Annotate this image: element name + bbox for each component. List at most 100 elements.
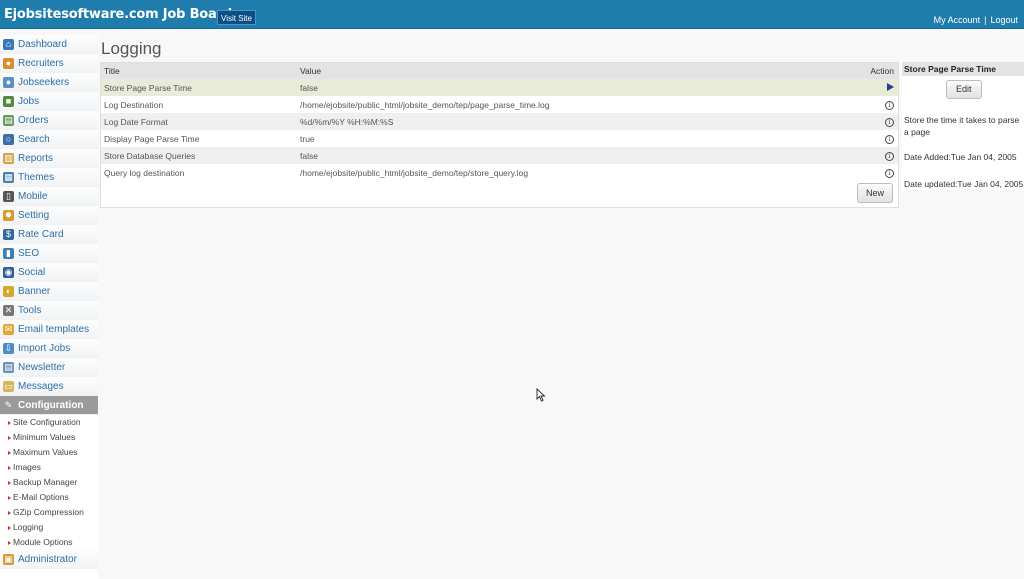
- sidebar-item-label: SEO: [18, 248, 40, 259]
- users-icon: ●: [3, 77, 14, 88]
- grid-icon: ▦: [3, 172, 14, 183]
- search-icon: ○: [3, 134, 14, 145]
- sidebar-item-mobile[interactable]: ▯ Mobile: [0, 187, 98, 206]
- table-row[interactable]: Display Page Parse Time true i: [101, 130, 898, 147]
- sidebar-item-label: Setting: [18, 210, 50, 221]
- detail-date-added: Date Added:Tue Jan 04, 2005: [904, 152, 1017, 162]
- play-icon[interactable]: [887, 82, 894, 91]
- column-title: Title: [101, 63, 297, 79]
- table-row[interactable]: Query log destination/home/ejobsite/publ…: [101, 164, 898, 181]
- page-title: Logging: [101, 39, 162, 58]
- info-icon[interactable]: i: [885, 169, 894, 178]
- info-icon[interactable]: i: [885, 101, 894, 110]
- row-action: i: [867, 164, 898, 181]
- sidebar-item-recruiters[interactable]: ● Recruiters: [0, 54, 98, 73]
- sidebar-item-social[interactable]: ◉ Social: [0, 263, 98, 282]
- row-title: Store Database Queries: [101, 147, 297, 164]
- sidebar-item-setting[interactable]: ✹ Setting: [0, 206, 98, 225]
- sidebar-item-jobseekers[interactable]: ● Jobseekers: [0, 73, 98, 92]
- edit-button-wrap: Edit: [946, 80, 982, 99]
- sidebar-item-label: Jobseekers: [18, 77, 70, 88]
- new-button[interactable]: New: [856, 183, 893, 203]
- row-value: true: [300, 133, 315, 144]
- sidebar: ⌂ Dashboard ● Recruiters ● Jobseekers ■ Jobs ▤ Or…: [0, 35, 98, 579]
- message-icon: ▭: [3, 381, 14, 392]
- sidebar-item-label: Recruiters: [18, 58, 64, 69]
- sidebar-subitem-images[interactable]: Images: [0, 460, 98, 475]
- sidebar-item-rate-card[interactable]: $ Rate Card: [0, 225, 98, 244]
- sidebar-item-label: Import Jobs: [18, 343, 71, 354]
- table-row[interactable]: Log Date Format %d/%m/%Y %H:%M:%S i: [101, 113, 898, 130]
- sidebar-item-label: Search: [18, 134, 50, 145]
- sidebar-item-jobs[interactable]: ■ Jobs: [0, 92, 98, 111]
- row-title: Log Destination: [104, 99, 164, 110]
- detail-description: Store the time it takes to parse a page: [904, 115, 1020, 137]
- my-account-link[interactable]: My Account: [934, 15, 981, 25]
- sidebar-item-banner[interactable]: ◐ Banner: [0, 282, 98, 301]
- sidebar-item-label: Newsletter: [18, 362, 66, 373]
- sidebar-item-dashboard[interactable]: ⌂ Dashboard: [0, 35, 98, 54]
- sidebar-item-label: Dashboard: [18, 39, 67, 50]
- table-row[interactable]: Store Page Parse Time false: [101, 79, 898, 96]
- sidebar-item-label: Social: [18, 267, 46, 278]
- row-title: Display Page Parse Time: [104, 133, 200, 144]
- brand-title[interactable]: Ejobsitesoftware.com Job Board: [4, 7, 232, 22]
- sidebar-item-newsletter[interactable]: ▤ Newsletter: [0, 358, 98, 377]
- sidebar-item-themes[interactable]: ▦ Themes: [0, 168, 98, 187]
- row-value: /home/ejobsite/public_html/jobsite_demo/…: [300, 99, 550, 110]
- sidebar-item-messages[interactable]: ▭ Messages: [0, 377, 98, 396]
- sidebar-item-search[interactable]: ○ Search: [0, 130, 98, 149]
- sidebar-subitem-maximum-values[interactable]: Maximum Values: [0, 445, 98, 460]
- sidebar-item-administrator[interactable]: ▣ Administrator: [0, 550, 98, 569]
- mouse-cursor-icon: [536, 388, 546, 402]
- sidebar-item-orders[interactable]: ▤ Orders: [0, 111, 98, 130]
- row-action: i: [867, 113, 898, 130]
- visit-site-button[interactable]: Visit Site: [217, 10, 256, 25]
- info-icon[interactable]: i: [885, 152, 894, 161]
- table-row[interactable]: Store Database Queries false i: [101, 147, 898, 164]
- sidebar-item-label: Mobile: [18, 191, 48, 202]
- book-icon: ▥: [3, 153, 14, 164]
- detail-date-updated: Date updated:Tue Jan 04, 2005: [904, 179, 1024, 189]
- sidebar-item-email-templates[interactable]: ✉ Email templates: [0, 320, 98, 339]
- sidebar-subitem-backup-manager[interactable]: Backup Manager: [0, 475, 98, 490]
- sidebar-item-label: Orders: [18, 115, 49, 126]
- sidebar-item-label: Reports: [18, 153, 54, 164]
- bar-chart-icon: ▮: [3, 248, 14, 259]
- sidebar-item-import-jobs[interactable]: ⇩ Import Jobs: [0, 339, 98, 358]
- table-row[interactable]: Log Destination/home/ejobsite/public_htm…: [101, 96, 898, 113]
- sidebar-item-tools[interactable]: ✕ Tools: [0, 301, 98, 320]
- detail-title: Store Page Parse Time: [902, 62, 1024, 76]
- info-icon[interactable]: i: [885, 135, 894, 144]
- mail-icon: ✉: [3, 324, 14, 335]
- sidebar-item-label: Rate Card: [18, 229, 64, 240]
- logging-table-panel: Title Value Action Store Page Parse Time…: [100, 62, 899, 208]
- import-icon: ⇩: [3, 343, 14, 354]
- sidebar-subitem-module-options[interactable]: Module Options: [0, 535, 98, 550]
- sidebar-item-label: Messages: [18, 381, 64, 392]
- config-icon: ✎: [4, 400, 13, 410]
- info-icon[interactable]: i: [885, 118, 894, 127]
- palette-icon: ◐: [3, 286, 14, 297]
- sidebar-subitem-minimum-values[interactable]: Minimum Values: [0, 430, 98, 445]
- sidebar-item-reports[interactable]: ▥ Reports: [0, 149, 98, 168]
- row-title: Store Page Parse Time: [101, 79, 297, 96]
- logout-link[interactable]: Logout: [990, 15, 1018, 25]
- column-value: Value: [297, 63, 868, 79]
- sidebar-subitem-e-mail-options[interactable]: E-Mail Options: [0, 490, 98, 505]
- sidebar-item-label: Configuration: [18, 400, 84, 411]
- sidebar-subitem-site-configuration[interactable]: Site Configuration: [0, 415, 98, 430]
- tools-icon: ✕: [3, 305, 14, 316]
- sidebar-subitem-gzip-compression[interactable]: GZip Compression: [0, 505, 98, 520]
- row-title: Log Date Format: [101, 113, 297, 130]
- sidebar-item-seo[interactable]: ▮ SEO: [0, 244, 98, 263]
- dollar-icon: $: [3, 229, 14, 240]
- sidebar-subitem-logging[interactable]: Logging: [0, 520, 98, 535]
- sidebar-item-configuration[interactable]: ✎ Configuration: [0, 396, 98, 415]
- detail-panel: Store Page Parse Time Edit Store the tim…: [902, 62, 1024, 190]
- table-header-row: Title Value Action: [101, 63, 898, 79]
- edit-button[interactable]: Edit: [946, 80, 982, 99]
- top-header: Ejobsitesoftware.com Job Board Visit Sit…: [0, 0, 1024, 29]
- globe-icon: ◉: [3, 267, 14, 278]
- sidebar-item-label: Administrator: [18, 554, 77, 565]
